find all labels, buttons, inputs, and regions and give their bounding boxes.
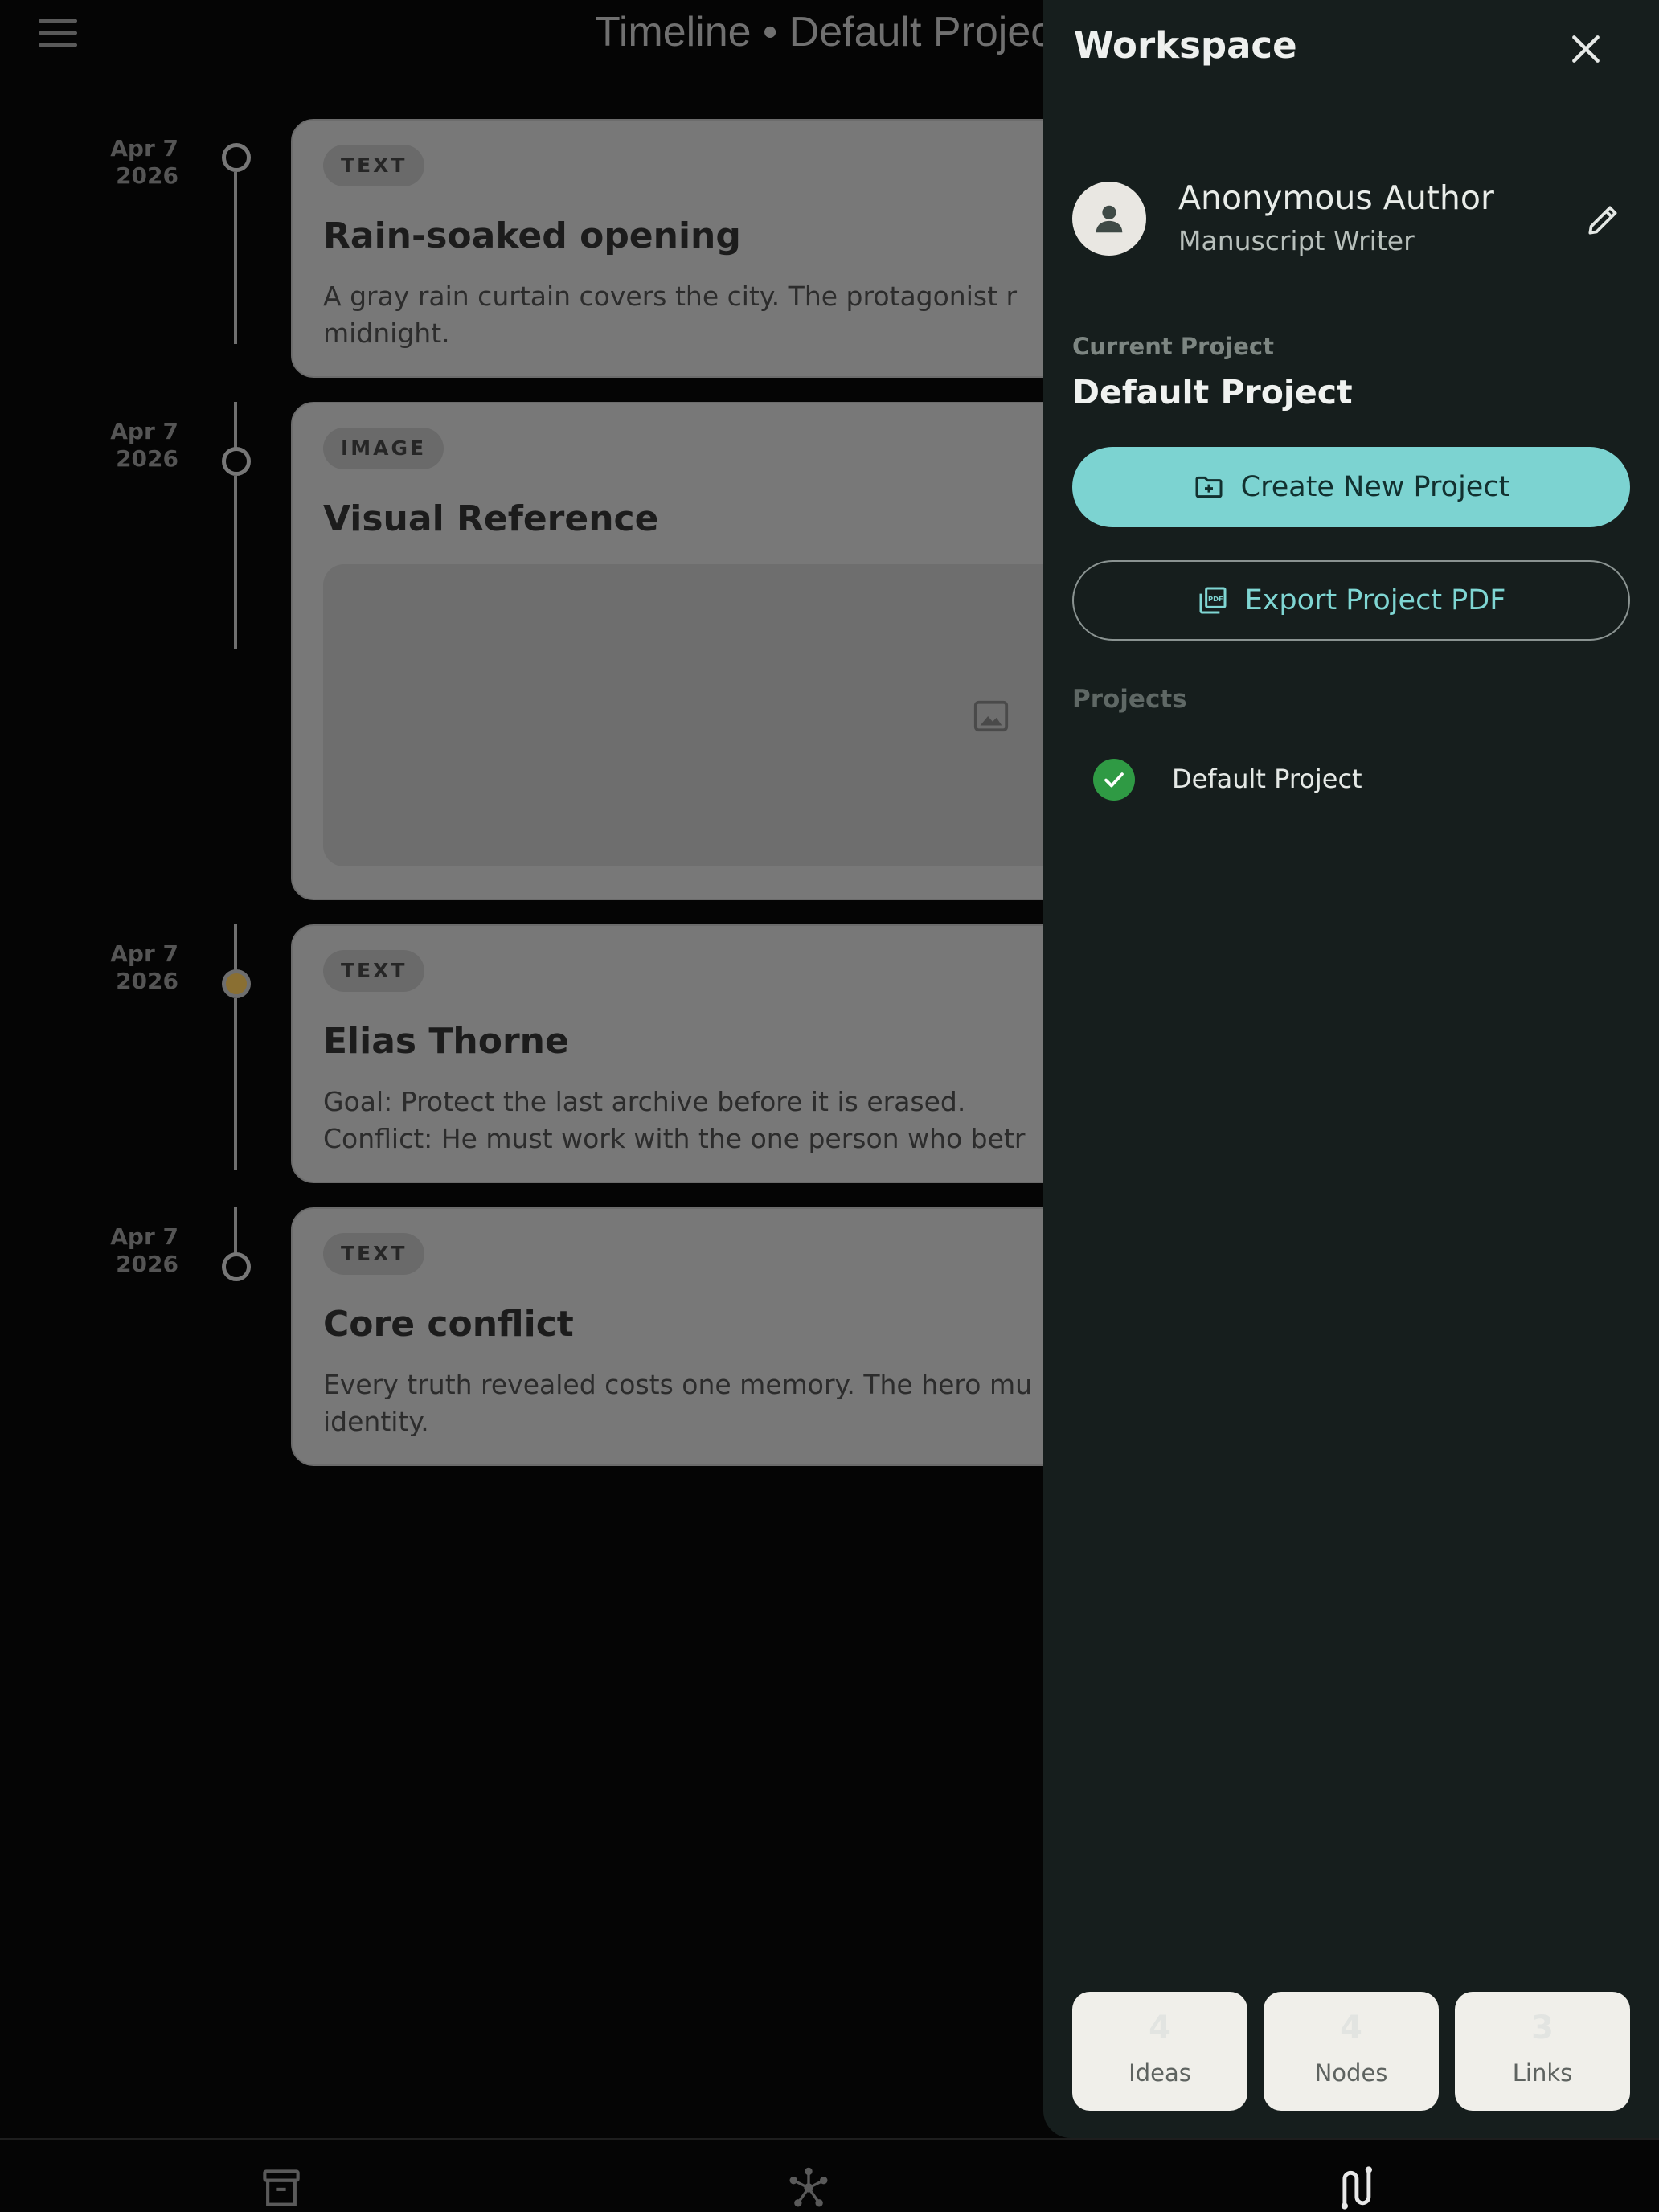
- pdf-icon: PDF: [1199, 587, 1227, 614]
- type-chip: TEXT: [323, 950, 425, 992]
- type-chip: TEXT: [323, 145, 425, 186]
- bottom-nav: [0, 2138, 1659, 2212]
- drawer-title: Workspace: [1074, 24, 1297, 67]
- author-name: Anonymous Author: [1178, 178, 1494, 217]
- page-title: Timeline • Default Project: [595, 9, 1063, 55]
- timeline-dot: [222, 143, 251, 172]
- export-pdf-label: Export Project PDF: [1244, 584, 1506, 616]
- create-project-button[interactable]: Create New Project: [1072, 447, 1630, 527]
- project-name: Default Project: [1172, 764, 1362, 794]
- card-title: Visual Reference: [323, 498, 659, 539]
- card-body: A gray rain curtain covers the city. The…: [323, 281, 1018, 349]
- card-title: Rain-soaked opening: [323, 215, 741, 256]
- app-root: Timeline • Default Project Apr 7 2026 TE…: [0, 0, 1659, 2212]
- check-circle-icon: [1093, 759, 1135, 801]
- timeline-dot: [222, 447, 251, 476]
- stat-ideas: 4 Ideas: [1072, 1992, 1247, 2111]
- hamburger-icon[interactable]: [39, 19, 77, 48]
- image-icon: [973, 700, 1009, 732]
- timeline-date: Apr 7 2026: [110, 135, 178, 189]
- person-icon: [1096, 205, 1123, 233]
- card-body: Goal: Protect the last archive before it…: [323, 1086, 1026, 1154]
- stat-links: 3 Links: [1455, 1992, 1630, 2111]
- project-list-item[interactable]: Default Project: [1072, 748, 1630, 812]
- timeline-dot-active: [222, 969, 251, 998]
- avatar[interactable]: [1072, 182, 1146, 256]
- pencil-icon[interactable]: [1583, 199, 1624, 240]
- archive-icon[interactable]: [256, 2164, 307, 2212]
- current-project-name: Default Project: [1072, 373, 1353, 412]
- timeline-date: Apr 7 2026: [110, 940, 178, 994]
- projects-section-label: Projects: [1072, 685, 1187, 714]
- type-chip: IMAGE: [323, 428, 444, 469]
- svg-text:PDF: PDF: [1208, 595, 1223, 603]
- author-role: Manuscript Writer: [1178, 225, 1415, 256]
- type-chip: TEXT: [323, 1233, 425, 1275]
- create-project-label: Create New Project: [1240, 471, 1510, 503]
- timeline-line: [234, 476, 237, 649]
- export-pdf-button[interactable]: PDF Export Project PDF: [1072, 560, 1630, 641]
- folder-plus-icon: [1195, 476, 1223, 498]
- workspace-drawer: Workspace Anonymous Author Manuscript Wr…: [1043, 0, 1659, 2138]
- stat-nodes: 4 Nodes: [1264, 1992, 1439, 2111]
- card-title: Core conflict: [323, 1304, 574, 1345]
- card-body: Every truth revealed costs one memory. T…: [323, 1369, 1033, 1437]
- timeline-date: Apr 7 2026: [110, 1223, 178, 1277]
- timeline-line: [234, 172, 237, 344]
- graph-icon[interactable]: [783, 2164, 834, 2212]
- card-title: Elias Thorne: [323, 1021, 569, 1062]
- timeline-date: Apr 7 2026: [110, 418, 178, 472]
- current-project-label: Current Project: [1072, 333, 1274, 360]
- timeline-line: [234, 998, 237, 1170]
- timeline-dot: [222, 1252, 251, 1281]
- timeline-icon[interactable]: [1329, 2164, 1381, 2212]
- close-icon[interactable]: [1566, 29, 1606, 69]
